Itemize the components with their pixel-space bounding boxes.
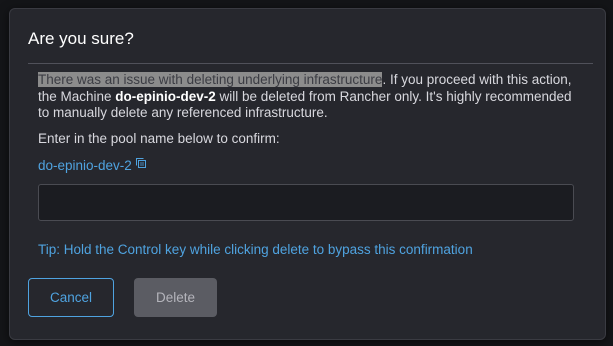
pool-name-row: do-epinio-dev-2 [38, 158, 147, 173]
dialog-message: There was an issue with deleting underly… [38, 72, 578, 122]
pool-name-link[interactable]: do-epinio-dev-2 [38, 158, 132, 173]
copy-icon[interactable] [135, 156, 147, 168]
cancel-button[interactable]: Cancel [28, 278, 114, 317]
confirm-delete-dialog: Are you sure? There was an issue with de… [9, 8, 606, 340]
pool-name-input[interactable] [38, 184, 574, 221]
machine-name: do-epinio-dev-2 [115, 88, 216, 104]
warning-highlight: There was an issue with deleting underly… [38, 72, 383, 87]
bypass-tip: Tip: Hold the Control key while clicking… [38, 242, 473, 257]
title-divider [28, 63, 593, 64]
delete-button[interactable]: Delete [134, 278, 217, 317]
confirm-instruction: Enter in the pool name below to confirm: [38, 131, 280, 146]
dialog-title: Are you sure? [28, 29, 134, 48]
